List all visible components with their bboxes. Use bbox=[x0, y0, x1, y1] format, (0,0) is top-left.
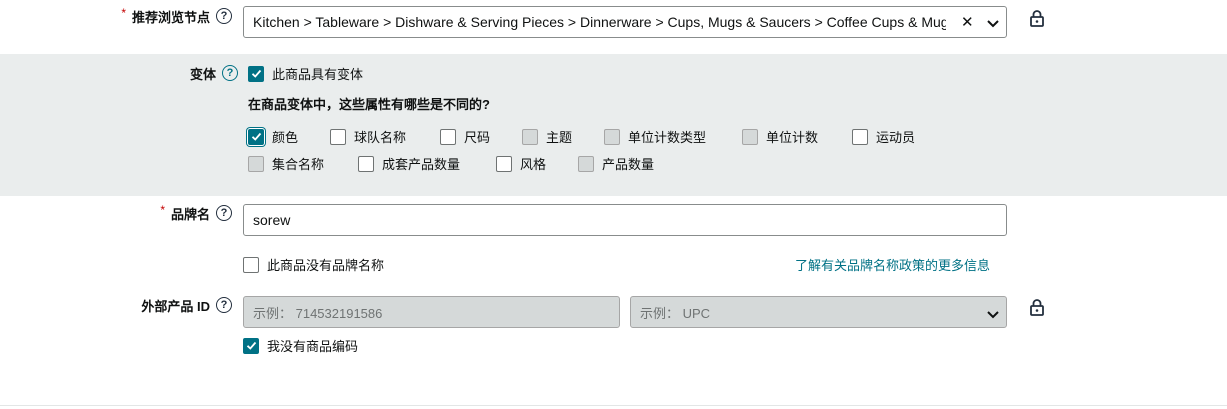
browse-node-label: 推荐浏览节点 bbox=[131, 9, 210, 25]
attribute-label: 集合名称 bbox=[272, 157, 325, 172]
attribute-label: 风格 bbox=[520, 157, 547, 172]
checkbox-disabled bbox=[248, 155, 264, 172]
has-variations-checkbox[interactable]: 此商品具有变体 bbox=[248, 64, 363, 83]
attribute-label: 成套产品数量 bbox=[382, 157, 461, 172]
help-icon[interactable]: ? bbox=[222, 65, 238, 81]
attribute-label: 单位计数类型 bbox=[628, 130, 707, 145]
external-id-input: 示例： 714532191586 bbox=[243, 296, 620, 328]
attribute-option-unit-count[interactable]: 单位计数 bbox=[742, 127, 818, 146]
required-mark: * bbox=[160, 203, 165, 217]
no-brand-checkbox[interactable]: 此商品没有品牌名称 bbox=[243, 255, 384, 274]
clear-icon[interactable]: ✕ bbox=[961, 13, 974, 31]
checkbox[interactable] bbox=[440, 128, 456, 145]
attribute-label: 球队名称 bbox=[354, 130, 407, 145]
attribute-option-unit-count-type[interactable]: 单位计数类型 bbox=[604, 127, 706, 146]
external-id-placeholder: 示例： 714532191586 bbox=[253, 305, 383, 321]
checkbox[interactable] bbox=[243, 256, 259, 273]
checkbox[interactable] bbox=[852, 128, 868, 145]
attribute-option-team-name[interactable]: 球队名称 bbox=[330, 127, 406, 146]
brand-label: 品牌名 bbox=[170, 206, 210, 222]
no-product-code-label: 我没有商品编码 bbox=[267, 339, 359, 354]
checkbox[interactable] bbox=[358, 155, 374, 172]
bottom-divider bbox=[0, 405, 1227, 406]
attribute-option-collection-name[interactable]: 集合名称 bbox=[248, 154, 324, 173]
attribute-option-item-quantity[interactable]: 产品数量 bbox=[578, 154, 654, 173]
checkbox-disabled bbox=[578, 155, 594, 172]
attribute-label: 产品数量 bbox=[602, 157, 655, 172]
attribute-label: 颜色 bbox=[272, 130, 299, 145]
checkbox-checked[interactable] bbox=[248, 65, 264, 82]
lock-icon bbox=[1029, 9, 1045, 32]
attribute-option-theme[interactable]: 主题 bbox=[522, 127, 572, 146]
brand-label-group: * 品牌名 ? bbox=[60, 203, 232, 223]
attribute-label: 尺码 bbox=[464, 130, 491, 145]
brand-name-value: sorew bbox=[253, 212, 291, 228]
checkbox[interactable] bbox=[496, 155, 512, 172]
checkbox-disabled bbox=[522, 128, 538, 145]
help-icon[interactable]: ? bbox=[216, 8, 232, 24]
external-id-type-select: 示例： UPC bbox=[630, 296, 1007, 328]
attribute-option-set-quantity[interactable]: 成套产品数量 bbox=[358, 154, 460, 173]
chevron-down-icon[interactable] bbox=[986, 16, 1000, 34]
external-id-label: 外部产品 ID bbox=[141, 298, 210, 314]
external-id-label-group: 外部产品 ID ? bbox=[60, 295, 232, 315]
checkbox-disabled bbox=[604, 128, 620, 145]
attribute-option-athlete[interactable]: 运动员 bbox=[852, 127, 915, 146]
attribute-label: 主题 bbox=[546, 130, 573, 145]
chevron-down-icon bbox=[986, 307, 1000, 325]
attribute-option-style[interactable]: 风格 bbox=[496, 154, 546, 173]
help-icon[interactable]: ? bbox=[216, 297, 232, 313]
no-product-code-checkbox[interactable]: 我没有商品编码 bbox=[243, 336, 358, 355]
has-variations-label: 此商品具有变体 bbox=[272, 67, 364, 82]
browse-node-select[interactable]: Kitchen > Tableware > Dishware & Serving… bbox=[243, 6, 1007, 38]
attribute-label: 运动员 bbox=[876, 130, 916, 145]
lock-icon bbox=[1029, 298, 1045, 321]
checkbox-disabled bbox=[742, 128, 758, 145]
attribute-option-color[interactable]: 颜色 bbox=[248, 127, 298, 146]
checkbox-checked[interactable] bbox=[248, 128, 264, 145]
attribute-label: 单位计数 bbox=[766, 130, 819, 145]
no-brand-label: 此商品没有品牌名称 bbox=[267, 258, 385, 273]
checkbox-checked[interactable] bbox=[243, 337, 259, 354]
browse-node-label-group: * 推荐浏览节点 ? bbox=[60, 6, 232, 26]
attribute-option-size[interactable]: 尺码 bbox=[440, 127, 490, 146]
browse-node-value: Kitchen > Tableware > Dishware & Serving… bbox=[253, 14, 946, 30]
variation-label-group: 变体 ? bbox=[60, 63, 238, 83]
brand-policy-link[interactable]: 了解有关品牌名称政策的更多信息 bbox=[795, 255, 990, 274]
required-mark: * bbox=[121, 6, 126, 20]
external-id-type-placeholder: 示例： UPC bbox=[640, 305, 711, 321]
help-icon[interactable]: ? bbox=[216, 205, 232, 221]
brand-name-input[interactable]: sorew bbox=[243, 204, 1007, 236]
variation-question: 在商品变体中，这些属性有哪些是不同的? bbox=[248, 97, 490, 112]
checkbox[interactable] bbox=[330, 128, 346, 145]
variation-label: 变体 bbox=[189, 66, 216, 82]
